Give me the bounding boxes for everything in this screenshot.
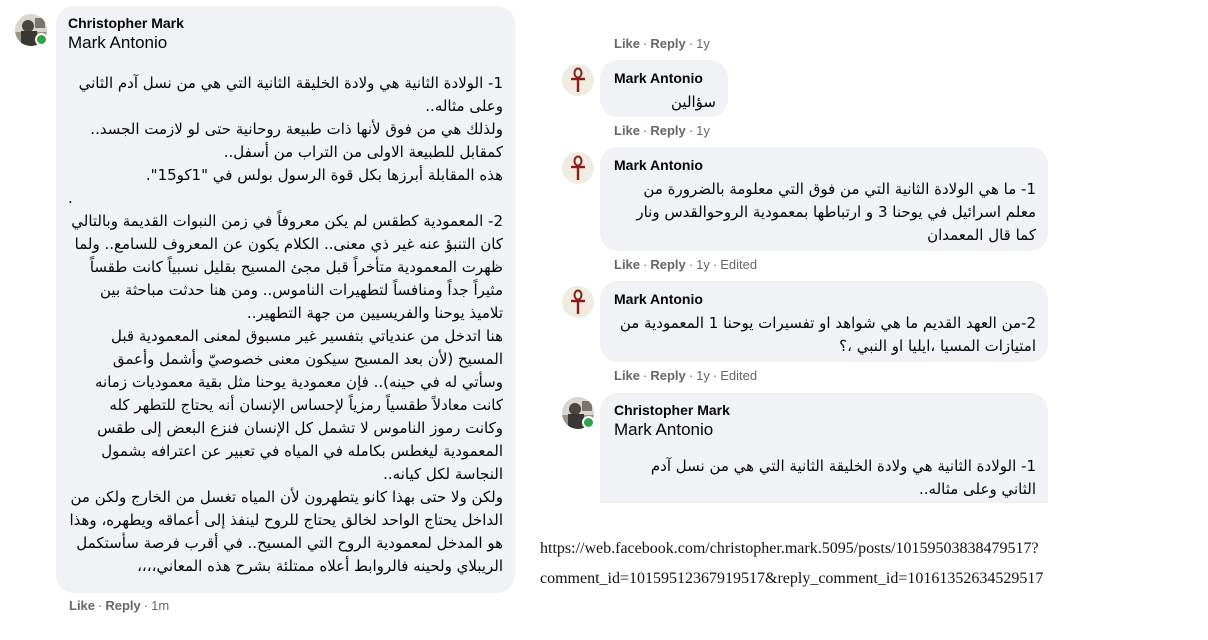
timestamp[interactable]: 1m — [151, 598, 169, 613]
mention-tag[interactable]: Mark Antonio — [68, 32, 503, 54]
ankh-icon — [562, 152, 594, 184]
reply-text: 1- ما هي الولادة الثانية التي من فوق الت… — [636, 180, 1036, 244]
christopher-mark-avatar[interactable] — [562, 397, 595, 429]
comment-bubble-christopher: Christopher Mark Mark Antonio 1- الولادة… — [56, 6, 515, 593]
comment-actions: Like · Reply · 1m — [69, 598, 170, 613]
reply-button[interactable]: Reply — [650, 123, 685, 138]
reply-bubble: Mark Antonio 1- ما هي الولادة الثانية ال… — [600, 147, 1048, 251]
reply-author-name[interactable]: Mark Antonio — [614, 69, 716, 87]
partial-comment-clip: Christopher Mark Mark Antonio 1- الولادة… — [600, 393, 1048, 503]
mark-antonio-avatar[interactable] — [562, 286, 594, 318]
mark-antonio-avatar[interactable] — [562, 152, 594, 184]
comment-paragraph: . — [68, 189, 73, 207]
like-button[interactable]: Like — [614, 36, 640, 51]
ankh-icon — [562, 64, 594, 96]
edited-label: Edited — [720, 257, 758, 272]
reply-button[interactable]: Reply — [650, 368, 685, 383]
reply-author-name[interactable]: Mark Antonio — [614, 290, 1036, 308]
reply-button[interactable]: Reply — [650, 36, 685, 51]
like-button[interactable]: Like — [69, 598, 95, 613]
source-url-line: https://web.facebook.com/christopher.mar… — [540, 540, 1039, 557]
comment-paragraph: 2- المعمودية كطقس لم يكن معروفاً في زمن … — [71, 212, 503, 322]
reply-text: 2-من العهد القديم ما هي شواهد او تفسيرات… — [619, 314, 1036, 355]
online-status-dot — [35, 33, 48, 46]
reply-actions: Like · Reply · 1y — [614, 123, 710, 138]
christopher-mark-avatar[interactable] — [15, 14, 48, 46]
reply-button[interactable]: Reply — [650, 257, 685, 272]
comment-paragraph: كمقابل للطبيعة الاولى من التراب من أسفل.… — [223, 143, 503, 161]
comment-author-name[interactable]: Christopher Mark — [68, 14, 503, 32]
reply-button[interactable]: Reply — [105, 598, 140, 613]
online-status-dot — [582, 416, 595, 429]
comment-author-name[interactable]: Christopher Mark — [614, 401, 1036, 419]
comment-paragraph: 1- الولادة الثانية هي ولادة الخليقة الثا… — [78, 74, 503, 115]
timestamp[interactable]: 1y — [696, 257, 710, 272]
timestamp[interactable]: 1y — [696, 368, 710, 383]
reply-actions: Like · Reply · 1y · Edited — [614, 368, 758, 383]
edited-label: Edited — [720, 368, 758, 383]
reply-bubble: Mark Antonio 2-من العهد القديم ما هي شوا… — [600, 281, 1048, 362]
comment-actions: Like · Reply · 1y — [614, 36, 710, 51]
like-button[interactable]: Like — [614, 257, 640, 272]
comment-body: 1- الولادة الثانية هي ولادة الخليقة الثا… — [68, 72, 503, 578]
comment-paragraph: هذه المقابلة أبرزها بكل قوة الرسول بولس … — [145, 166, 503, 184]
mention-tag[interactable]: Mark Antonio — [614, 419, 1036, 441]
ankh-icon — [562, 286, 594, 318]
like-button[interactable]: Like — [614, 123, 640, 138]
comment-paragraph: ولكن ولا حتى بهذا كانو يتطهرون لأن الميا… — [69, 488, 503, 575]
reply-author-name[interactable]: Mark Antonio — [614, 156, 1036, 174]
timestamp[interactable]: 1y — [696, 36, 710, 51]
comment-body: 1- الولادة الثانية هي ولادة الخليقة الثا… — [650, 457, 1036, 498]
mark-antonio-avatar[interactable] — [562, 64, 594, 96]
comment-paragraph: هنا اتدخل من عندياتي بتفسير غير مسبوق لم… — [95, 327, 503, 483]
timestamp[interactable]: 1y — [696, 123, 710, 138]
comment-paragraph: ولذلك هي من فوق لأنها ذات طبيعة روحانية … — [90, 120, 503, 138]
comment-bubble-christopher: Christopher Mark Mark Antonio 1- الولادة… — [600, 393, 1048, 503]
reply-bubble: Mark Antonio سؤالين — [600, 60, 728, 117]
like-button[interactable]: Like — [614, 368, 640, 383]
reply-text: سؤالين — [671, 93, 716, 111]
source-url-line: comment_id=10159512367919517&reply_comme… — [540, 570, 1044, 587]
reply-actions: Like · Reply · 1y · Edited — [614, 257, 758, 272]
